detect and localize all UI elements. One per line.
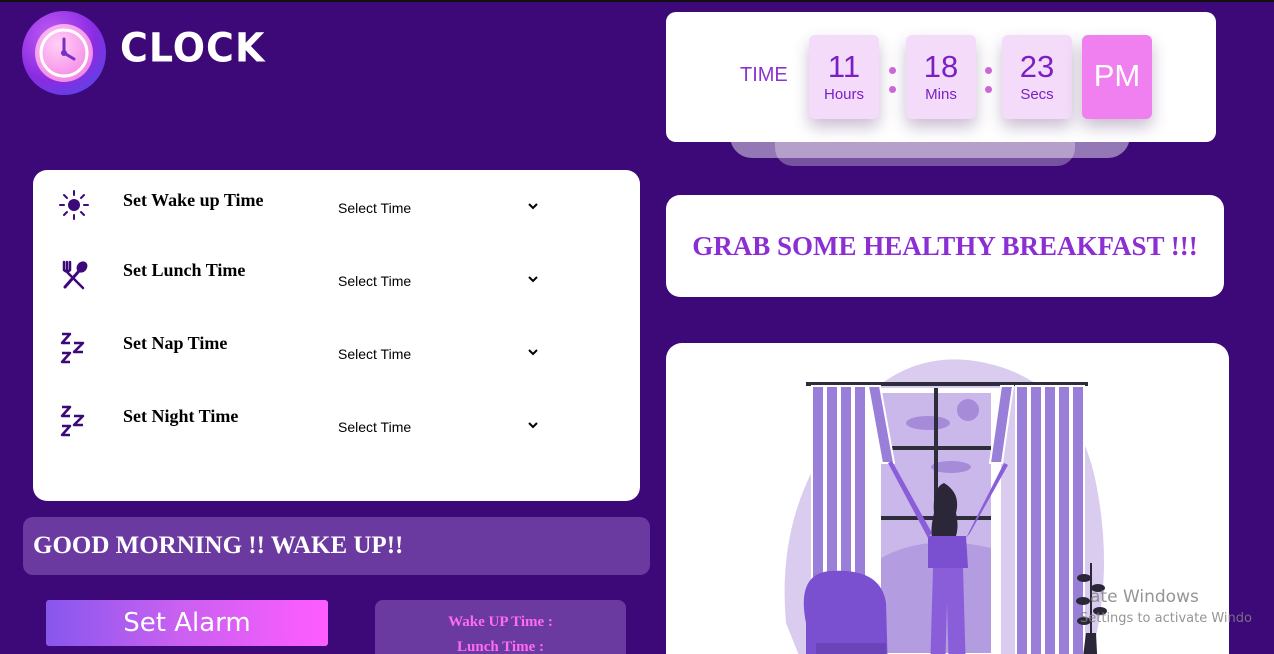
alarm-summary: Wake UP Time : Lunch Time :: [375, 600, 626, 654]
night-row: Set Night Time Select Time: [33, 404, 640, 444]
lunch-row: Set Lunch Time Select Time: [33, 258, 640, 298]
nap-row: Set Nap Time Select Time: [33, 331, 640, 371]
chevron-down-icon: [528, 276, 538, 283]
lunch-select-value: Select Time: [338, 273, 412, 289]
wake-up-row: Set Wake up Time Select Time: [33, 188, 640, 228]
illustration-card: [666, 343, 1229, 654]
wake-up-time-select[interactable]: Select Time: [333, 195, 543, 221]
night-time-select[interactable]: Select Time: [333, 414, 543, 440]
night-label: Set Night Time: [123, 406, 239, 426]
sleep-zzz-icon: [57, 331, 91, 365]
chevron-down-icon: [528, 203, 538, 210]
chevron-down-icon: [528, 422, 538, 429]
wake-up-select-value: Select Time: [338, 200, 412, 216]
app-title: CLOCK: [120, 24, 266, 72]
sun-icon: [57, 188, 91, 222]
chevron-down-icon: [528, 349, 538, 356]
greeting-message: GOOD MORNING !! WAKE UP!!: [33, 532, 404, 559]
time-label: TIME: [740, 64, 788, 86]
fork-spoon-icon: [57, 258, 91, 292]
set-alarm-button[interactable]: Set Alarm: [46, 600, 328, 646]
lunch-time-summary: Lunch Time :: [457, 639, 544, 654]
lunch-time-select[interactable]: Select Time: [333, 268, 543, 294]
night-select-value: Select Time: [338, 419, 412, 435]
nap-select-value: Select Time: [338, 346, 412, 362]
top-border: [0, 0, 1274, 2]
ampm-value: PM: [1093, 58, 1141, 93]
seconds-box: 23 Secs: [1002, 35, 1072, 119]
lunch-label: Set Lunch Time: [123, 260, 246, 280]
alarm-settings-panel: Set Wake up Time Select Time Set Lunch T…: [33, 170, 640, 501]
minutes-value: 18: [923, 49, 959, 84]
nap-label: Set Nap Time: [123, 333, 228, 353]
hours-box: 11 Hours: [809, 35, 879, 119]
meal-message: GRAB SOME HEALTHY BREAKFAST !!!: [692, 230, 1198, 261]
woman-at-window-illustration: [784, 359, 1107, 654]
nap-time-select[interactable]: Select Time: [333, 341, 543, 367]
sleep-zzz-icon: [57, 404, 91, 438]
ampm-box: PM: [1082, 35, 1152, 119]
separator-dots: [889, 67, 896, 105]
seconds-unit: Secs: [1020, 86, 1054, 103]
separator-dots: [985, 67, 992, 105]
meal-message-box: GRAB SOME HEALTHY BREAKFAST !!!: [666, 195, 1224, 297]
windows-activation-watermark: ate Windows: [1090, 587, 1199, 607]
hours-unit: Hours: [823, 86, 864, 103]
wake-up-label: Set Wake up Time: [123, 190, 264, 210]
windows-activation-subtext: Settings to activate Windo: [1080, 611, 1252, 626]
seconds-value: 23: [1019, 49, 1055, 84]
minutes-unit: Mins: [925, 86, 957, 103]
clock-logo-icon: [22, 11, 106, 95]
hours-value: 11: [827, 49, 861, 84]
greeting-box: GOOD MORNING !! WAKE UP!!: [23, 517, 650, 575]
minutes-box: 18 Mins: [906, 35, 976, 119]
time-display-card: TIME 11 Hours 18 Mins 23 Secs PM: [666, 12, 1216, 142]
wake-time-summary: Wake UP Time :: [448, 614, 553, 630]
